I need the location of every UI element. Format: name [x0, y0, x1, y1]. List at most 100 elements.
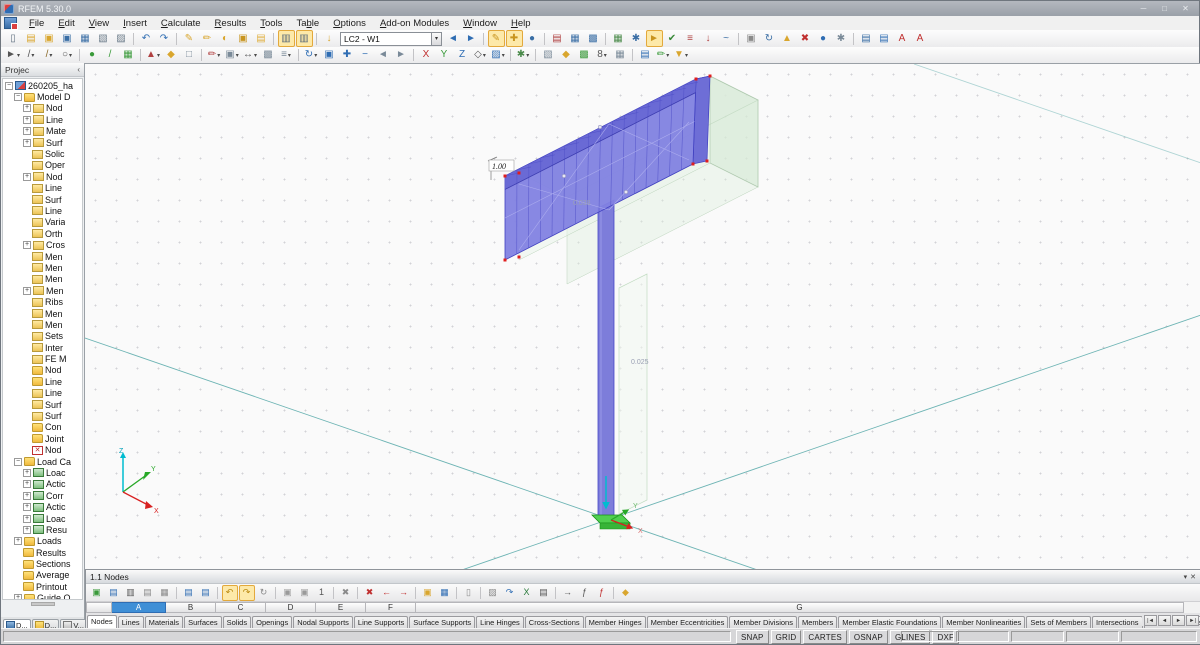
draw-polyline-button[interactable]: /▾ — [41, 47, 58, 64]
table-import-button[interactable]: ↷ — [502, 585, 518, 601]
expand-icon[interactable]: + — [23, 116, 31, 124]
show-loads-button[interactable]: ↓ — [700, 30, 717, 47]
table-tab-intersections[interactable]: Intersections — [1092, 616, 1143, 628]
menu-options[interactable]: Options — [326, 18, 373, 29]
table-tab-line-supports[interactable]: Line Supports — [354, 616, 408, 628]
column-header-b[interactable]: B — [166, 602, 216, 613]
table-insert-row-button[interactable]: ▤ — [106, 585, 122, 601]
column-header-f[interactable]: F — [366, 602, 416, 613]
new-dimension-button[interactable]: □ — [181, 47, 198, 64]
select-pointer-button[interactable]: ►▾ — [5, 47, 22, 64]
zoom-in-button[interactable]: ✚ — [339, 47, 356, 64]
table-sync-2-button[interactable]: ▣ — [297, 585, 313, 601]
tree-item-260205-ha[interactable]: −260205_ha — [3, 80, 82, 91]
zoom-out-button[interactable]: − — [357, 47, 374, 64]
table-next-table-button[interactable]: ▤ — [198, 585, 214, 601]
tree-item-loads[interactable]: +Loads — [3, 536, 82, 547]
tree-item-surf[interactable]: Surf — [3, 410, 82, 421]
tree-item-men[interactable]: +Men — [3, 285, 82, 296]
undo-button[interactable]: ↶ — [138, 30, 155, 47]
print-preview-button[interactable]: ▨ — [113, 30, 130, 47]
redo-button[interactable]: ↷ — [156, 30, 173, 47]
zoom-window-button[interactable]: ▣ — [321, 47, 338, 64]
tree-item-loac[interactable]: +Loac — [3, 513, 82, 524]
show-tables-button[interactable]: ▥ — [296, 30, 313, 47]
tree-item-men[interactable]: Men — [3, 251, 82, 262]
tree-item-nod[interactable]: ✕Nod — [3, 445, 82, 456]
table-tab-solids[interactable]: Solids — [223, 616, 251, 628]
expand-icon[interactable]: + — [23, 515, 31, 523]
print-graphic-button[interactable]: ▤ — [858, 30, 875, 47]
move-copy-button[interactable]: ↔▾ — [242, 47, 259, 64]
draw-polyline-dropdown-arrow[interactable]: ▾ — [49, 52, 52, 59]
fe-mesh-settings-button[interactable]: ✱ — [628, 30, 645, 47]
table-formula-button[interactable]: ƒ — [577, 585, 593, 601]
menu-view[interactable]: View — [82, 18, 116, 29]
show-table-button[interactable]: ▤ — [637, 47, 654, 64]
menu-window[interactable]: Window — [456, 18, 504, 29]
table-tab-member-divisions[interactable]: Member Divisions — [729, 616, 797, 628]
new-member-button[interactable]: ▤ — [549, 30, 566, 47]
table-tab-members[interactable]: Members — [798, 616, 837, 628]
view-y-button[interactable]: Y — [436, 47, 453, 64]
table-view-a-button[interactable]: ▤ — [140, 585, 156, 601]
expand-icon[interactable]: + — [23, 241, 31, 249]
column-header-corner[interactable] — [86, 602, 112, 613]
tree-item-sections[interactable]: Sections — [3, 558, 82, 569]
table-indent-button[interactable]: → — [560, 585, 576, 601]
table-number-button[interactable]: 1 — [314, 585, 330, 601]
open-connection-button[interactable]: ▣ — [59, 30, 76, 47]
tree-item-model-d[interactable]: −Model D — [3, 91, 82, 102]
expand-icon[interactable]: + — [23, 127, 31, 135]
expand-icon[interactable]: + — [14, 594, 22, 600]
table-doc-button[interactable]: ▯ — [461, 585, 477, 601]
table-sync-1-button[interactable]: ▣ — [280, 585, 296, 601]
table-refresh-button[interactable]: ↻ — [256, 585, 272, 601]
expand-icon[interactable]: + — [23, 139, 31, 147]
view-isometric-button[interactable]: ◇▾ — [472, 47, 489, 64]
mass-print-button[interactable]: ▤ — [876, 30, 893, 47]
table-tab-surfaces[interactable]: Surfaces — [184, 616, 222, 628]
next-load-case-button[interactable]: ► — [463, 30, 480, 47]
menu-calculate[interactable]: Calculate — [154, 18, 208, 29]
menu-help[interactable]: Help — [504, 18, 538, 29]
menu-file[interactable]: File — [22, 18, 51, 29]
minimize-button[interactable]: ─ — [1133, 2, 1154, 15]
pole-wind-load-strip[interactable] — [619, 274, 647, 514]
visibility-mode-dropdown-arrow[interactable]: ▾ — [502, 52, 505, 59]
new-node-graphic-button[interactable]: ● — [84, 47, 101, 64]
table-tab-sets-of-members[interactable]: Sets of Members — [1026, 616, 1091, 628]
table-tab-member-hinges[interactable]: Member Hinges — [585, 616, 646, 628]
move-copy-dropdown-arrow[interactable]: ▾ — [254, 52, 257, 59]
tree-item-nod[interactable]: +Nod — [3, 103, 82, 114]
menu-edit[interactable]: Edit — [51, 18, 81, 29]
tree-item-results[interactable]: Results — [3, 547, 82, 558]
new-hinge-button[interactable]: ◆ — [163, 47, 180, 64]
export-pdf-button[interactable]: A — [894, 30, 911, 47]
menu-results[interactable]: Results — [208, 18, 254, 29]
new-file-button[interactable]: ▯ — [5, 30, 22, 47]
expand-icon[interactable]: + — [23, 480, 31, 488]
table-delete-row-button[interactable]: ▥ — [123, 585, 139, 601]
tree-item-nod[interactable]: +Nod — [3, 171, 82, 182]
tree-item-line[interactable]: Line — [3, 376, 82, 387]
expand-icon[interactable]: + — [23, 469, 31, 477]
table-jump-forward-button[interactable]: ↷ — [239, 585, 255, 601]
print-button[interactable]: ▧ — [95, 30, 112, 47]
table-tab-nodal-supports[interactable]: Nodal Supports — [293, 616, 353, 628]
project-window-button[interactable]: ▣ — [235, 30, 252, 47]
tree-item-fe-m[interactable]: FE M — [3, 353, 82, 364]
splitter-handle[interactable] — [31, 602, 55, 606]
tree-item-cros[interactable]: +Cros — [3, 239, 82, 250]
new-surface-button[interactable]: ▦ — [567, 30, 584, 47]
table-tab-line-hinges[interactable]: Line Hinges — [476, 616, 524, 628]
previous-view-button[interactable]: ◄ — [375, 47, 392, 64]
export-pdf-3d-button[interactable]: A — [912, 30, 929, 47]
expand-icon[interactable]: + — [23, 503, 31, 511]
table-view-b-button[interactable]: ▦ — [157, 585, 173, 601]
edit-selected-button[interactable]: ✏▾ — [206, 47, 223, 64]
table-tab-nav-button-3[interactable]: ►| — [1186, 615, 1199, 626]
show-grid-button[interactable]: ▦ — [612, 47, 629, 64]
new-support-button[interactable]: ▲▾ — [145, 47, 162, 64]
edit-green-dropdown-arrow[interactable]: ▾ — [666, 52, 669, 59]
